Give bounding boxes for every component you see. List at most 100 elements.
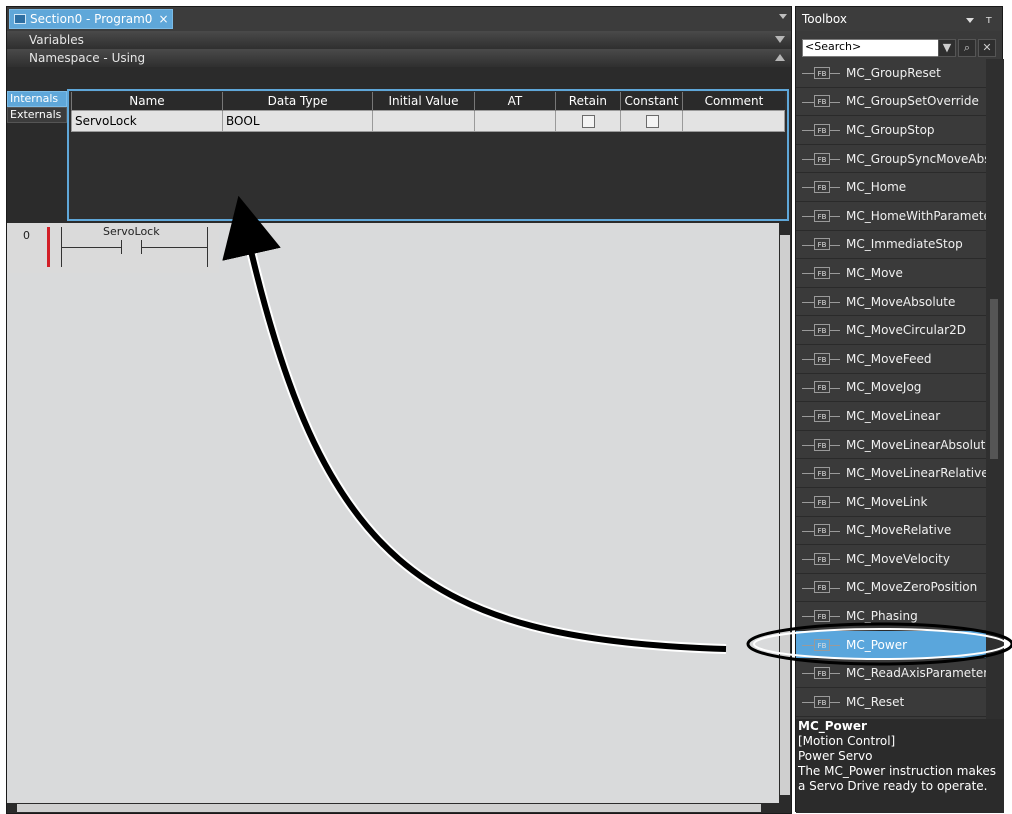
- variable-table: Name Data Type Initial Value AT Retain C…: [71, 92, 785, 132]
- toolbox-item[interactable]: FB MC_MoveCircular2D: [796, 316, 986, 345]
- clear-search-icon[interactable]: ✕: [978, 39, 996, 57]
- variables-label: Variables: [29, 33, 84, 47]
- toolbox-item-label: MC_MoveLinearRelative: [846, 466, 986, 481]
- toolbox-item[interactable]: FB MC_ReadAxisParameter: [796, 659, 986, 689]
- toolbox-header: Toolbox ᴛ: [796, 7, 1002, 31]
- function-block-icon: FB: [814, 266, 830, 279]
- col-constant[interactable]: Constant: [619, 92, 683, 111]
- rung-number: 0: [23, 229, 30, 242]
- fb-wire-right: [830, 702, 840, 704]
- collapse-arrow-icon[interactable]: [775, 36, 785, 43]
- col-comment[interactable]: Comment: [682, 92, 785, 111]
- cell-constant[interactable]: [619, 110, 684, 132]
- toolbox-item[interactable]: FB MC_GroupStop: [796, 116, 986, 145]
- search-dropdown-icon[interactable]: ▼: [938, 39, 956, 57]
- cell-comment[interactable]: [682, 110, 785, 132]
- col-at[interactable]: AT: [473, 92, 556, 111]
- toolbox-item[interactable]: FB MC_MoveLinear: [796, 402, 986, 431]
- cell-initial-value[interactable]: [372, 110, 475, 132]
- function-block-icon: FB: [814, 667, 830, 680]
- toolbox-item[interactable]: FB MC_Reset: [796, 688, 986, 717]
- pin-icon[interactable]: ᴛ: [986, 13, 992, 26]
- rung[interactable]: 0 ServoLock: [7, 223, 219, 273]
- fb-wire-right: [830, 244, 840, 246]
- toolbox-item-label: MC_MoveVelocity: [846, 551, 950, 566]
- toolbox-item[interactable]: FB MC_Move: [796, 259, 986, 288]
- toolbox-item[interactable]: FB MC_MoveLinearAbsolute: [796, 430, 986, 460]
- toolbox-item-label: MC_GroupStop: [846, 122, 935, 137]
- rung-wire-right: [141, 247, 207, 248]
- toolbox-item[interactable]: FB MC_MoveVelocity: [796, 545, 986, 574]
- description-line2: a Servo Drive ready to operate.: [798, 779, 988, 793]
- toolbox-item[interactable]: FB MC_HomeWithParameter: [796, 201, 986, 231]
- tab-section0-program0[interactable]: Section0 - Program0 ×: [9, 9, 173, 29]
- toolbox-item[interactable]: FB MC_Home: [796, 173, 986, 202]
- fb-wire-left: [802, 587, 814, 589]
- fb-wire-left: [802, 187, 814, 189]
- ladder-editor[interactable]: 0 ServoLock: [7, 223, 779, 813]
- fb-wire-right: [830, 187, 840, 189]
- search-icon[interactable]: ⌕: [958, 39, 976, 57]
- ladder-vertical-scrollbar[interactable]: [779, 223, 791, 813]
- tab-externals[interactable]: Externals: [7, 107, 67, 123]
- cell-at[interactable]: [473, 110, 557, 132]
- toolbox-item-label: MC_Reset: [846, 694, 905, 709]
- toolbox-item[interactable]: FB MC_MoveJog: [796, 373, 986, 403]
- toolbox-item[interactable]: FB MC_MoveLink: [796, 487, 986, 517]
- toolbox-item[interactable]: FB MC_Phasing: [796, 602, 986, 631]
- expand-arrow-icon[interactable]: [775, 54, 785, 61]
- fb-wire-left: [802, 530, 814, 532]
- cell-data-type[interactable]: BOOL: [221, 110, 374, 132]
- fb-wire-right: [830, 301, 840, 303]
- fb-wire-right: [830, 501, 840, 503]
- toolbox-item[interactable]: FB MC_GroupSyncMoveAbs: [796, 144, 986, 174]
- namespace-panel-header[interactable]: Namespace - Using: [7, 49, 791, 67]
- constant-checkbox[interactable]: [646, 115, 659, 128]
- function-block-icon: FB: [814, 123, 830, 136]
- cell-name[interactable]: ServoLock: [71, 110, 223, 132]
- variables-panel-header[interactable]: Variables: [7, 31, 791, 49]
- contact-bar-left[interactable]: [121, 240, 122, 254]
- namespace-label: Namespace - Using: [29, 51, 146, 65]
- contact-label: ServoLock: [103, 225, 160, 238]
- toolbox-scrollbar[interactable]: [986, 59, 1004, 719]
- cell-retain[interactable]: [555, 110, 621, 132]
- toolbox-item[interactable]: FB MC_Power: [796, 630, 986, 660]
- toolbox-item[interactable]: FB MC_MoveLinearRelative: [796, 459, 986, 488]
- toolbox-item[interactable]: FB MC_MoveRelative: [796, 516, 986, 546]
- function-block-icon: FB: [814, 209, 830, 222]
- toolbox-item-label: MC_MoveLinearAbsolute: [846, 437, 986, 452]
- function-block-icon: FB: [814, 66, 830, 79]
- function-block-icon: FB: [814, 438, 830, 451]
- toolbox-item[interactable]: FB MC_GroupSetOverride: [796, 87, 986, 117]
- function-block-icon: FB: [814, 238, 830, 251]
- function-block-icon: FB: [814, 352, 830, 365]
- col-name[interactable]: Name: [71, 92, 223, 111]
- tab-internals[interactable]: Internals: [7, 91, 67, 107]
- col-data-type[interactable]: Data Type: [221, 92, 373, 111]
- h-scroll-thumb[interactable]: [17, 804, 761, 812]
- toolbox-dropdown-icon[interactable]: [966, 18, 974, 23]
- description-category: [Motion Control]: [798, 734, 896, 748]
- scroll-thumb[interactable]: [780, 235, 790, 795]
- ladder-horizontal-scrollbar[interactable]: [7, 803, 791, 813]
- col-initial-value[interactable]: Initial Value: [372, 92, 475, 111]
- col-retain[interactable]: Retain: [555, 92, 621, 111]
- description-summary: Power Servo: [798, 749, 873, 763]
- toolbox-item[interactable]: FB MC_MoveFeed: [796, 344, 986, 374]
- table-row[interactable]: ServoLock BOOL: [71, 110, 785, 132]
- toolbox-item[interactable]: FB MC_ImmediateStop: [796, 230, 986, 260]
- fb-wire-left: [802, 559, 814, 561]
- toolbox-scroll-thumb[interactable]: [990, 299, 998, 459]
- tab-dropdown-icon[interactable]: [779, 14, 787, 19]
- toolbox-item[interactable]: FB MC_GroupReset: [796, 59, 986, 88]
- retain-checkbox[interactable]: [582, 115, 596, 128]
- function-block-icon: FB: [814, 552, 830, 565]
- fb-wire-left: [802, 673, 814, 675]
- close-icon[interactable]: ×: [158, 12, 168, 26]
- toolbox-search-input[interactable]: <Search>: [802, 39, 952, 57]
- toolbox-item[interactable]: FB MC_MoveZeroPosition: [796, 573, 986, 603]
- fb-wire-right: [830, 530, 840, 532]
- right-rail: [207, 227, 208, 267]
- toolbox-item[interactable]: FB MC_MoveAbsolute: [796, 287, 986, 317]
